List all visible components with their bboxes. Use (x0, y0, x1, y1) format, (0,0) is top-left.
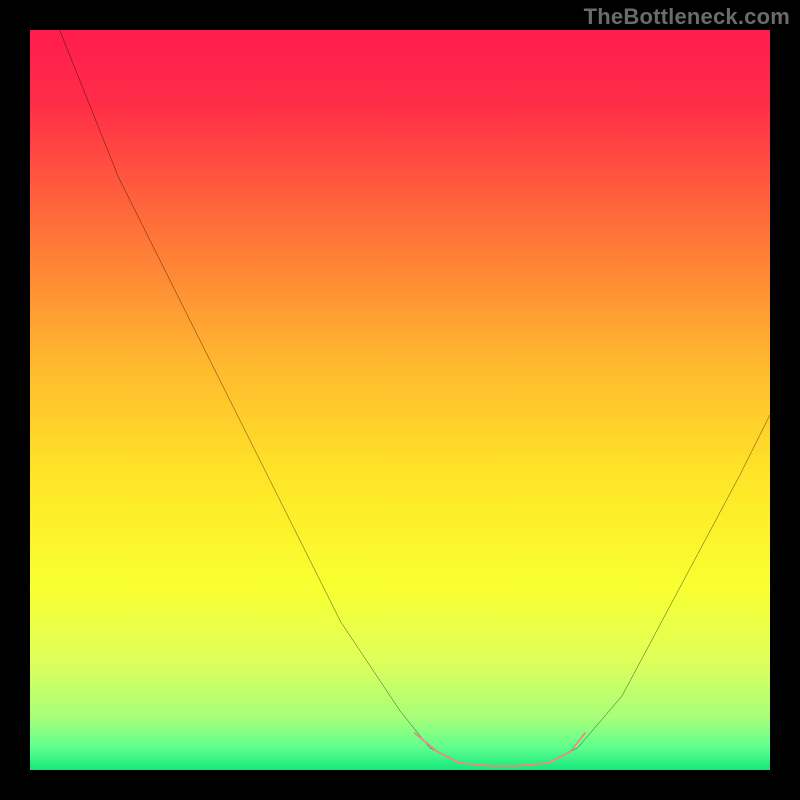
chart-frame: TheBottleneck.com (0, 0, 800, 800)
bottleneck-curve (60, 30, 770, 766)
plot-area (30, 30, 770, 770)
highlight-segment (415, 733, 585, 766)
chart-svg (30, 30, 770, 770)
watermark-text: TheBottleneck.com (584, 4, 790, 30)
